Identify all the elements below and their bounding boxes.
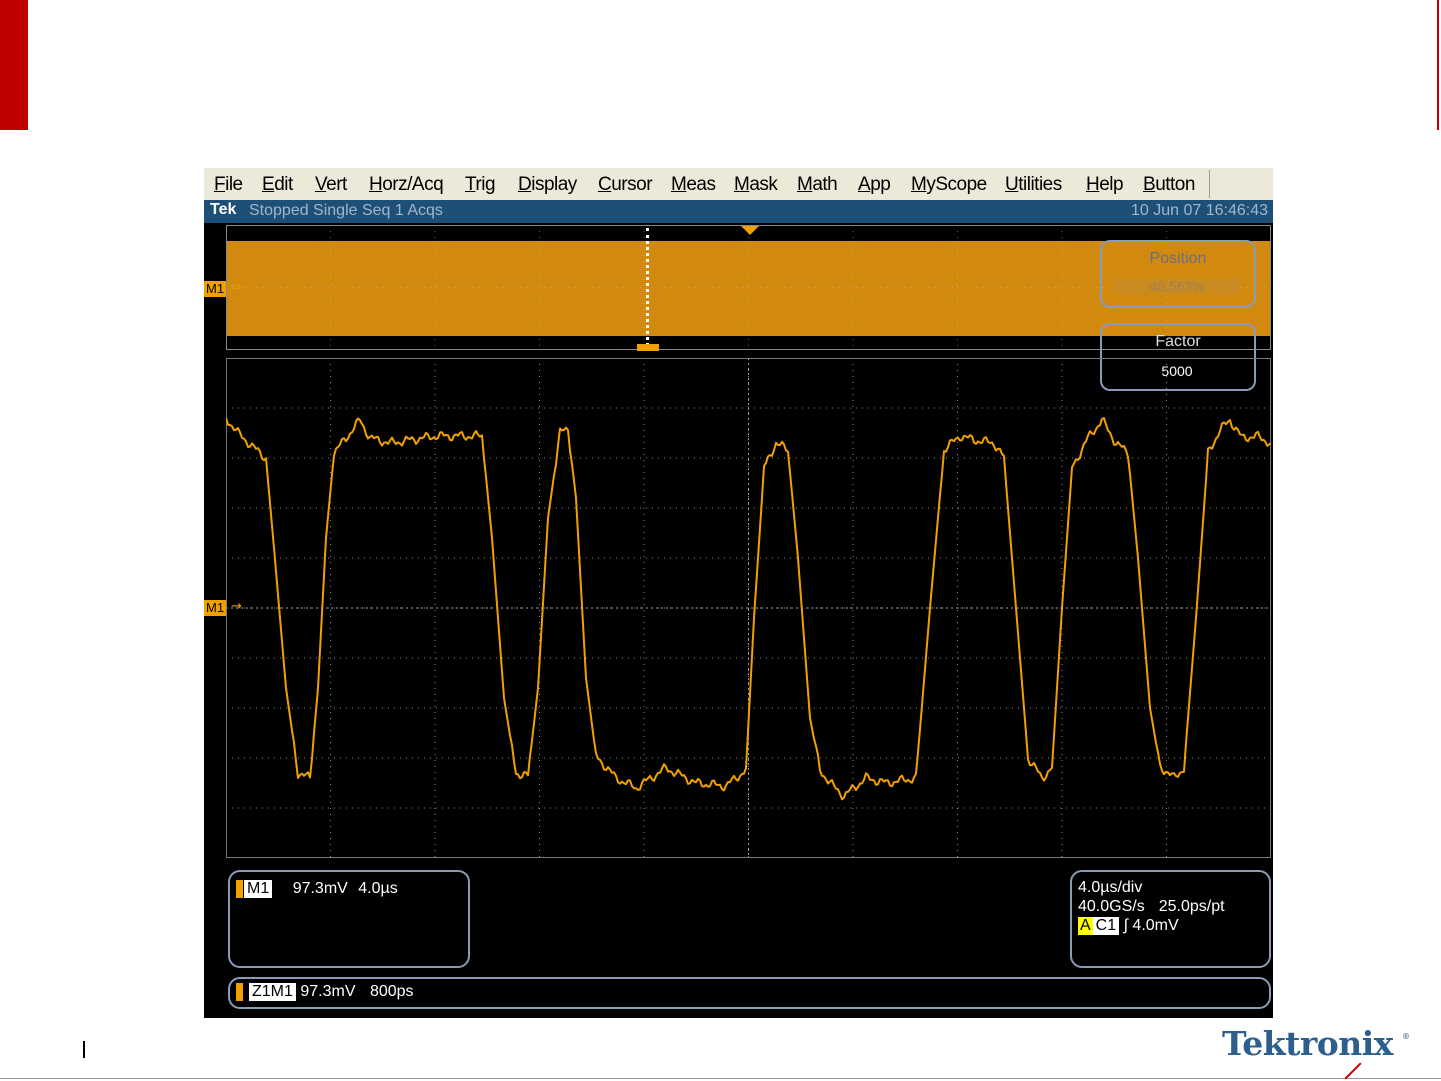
logo-registered-mark: ® <box>1402 1032 1410 1041</box>
sample-rate-readout: 40.0GS/s <box>1078 898 1145 915</box>
trigger-position-marker[interactable] <box>741 226 759 235</box>
acquisition-status: Stopped Single Seq 1 Acqs <box>249 202 443 219</box>
menu-math[interactable]: Math <box>797 174 838 196</box>
menu-file[interactable]: File <box>214 174 243 196</box>
menu-vert[interactable]: Vert <box>315 174 347 196</box>
timebase-readout: 4.0µs/div <box>1078 879 1143 896</box>
menu-app[interactable]: App <box>858 174 891 196</box>
main-channel-label: M1 <box>204 600 227 616</box>
menu-button[interactable]: Button <box>1143 174 1195 196</box>
zoom-waveform-display[interactable] <box>226 358 1271 858</box>
oscilloscope-window: File Edit Vert Horz/Acq Trig Display Cur… <box>204 168 1273 1018</box>
menu-utilities[interactable]: Utilities <box>1005 174 1062 196</box>
channel-scale: 97.3mV <box>292 880 348 897</box>
zoom-scale: 97.3mV <box>300 983 356 1000</box>
menu-separator <box>1209 170 1210 198</box>
page-number-marker <box>83 1041 85 1058</box>
trigger-a-tag: A <box>1078 917 1093 935</box>
overview-channel-label: M1 <box>204 281 227 297</box>
logo-wordmark: Tektronix <box>1222 1024 1393 1063</box>
menu-trig[interactable]: Trig <box>465 174 496 196</box>
channel-time: 4.0µs <box>358 880 398 897</box>
zoom-factor-title: Factor <box>1155 333 1201 350</box>
menu-myscope[interactable]: MyScope <box>911 174 987 196</box>
brand-label: Tek <box>210 201 237 218</box>
channel-readout-box[interactable]: M1 97.3mV 4.0µs <box>228 870 470 968</box>
zoom-position-cursor[interactable] <box>646 228 649 346</box>
channel-tag: M1 <box>244 880 273 898</box>
channel-color-swatch <box>236 880 243 898</box>
menu-display[interactable]: Display <box>518 174 577 196</box>
slide-right-rule <box>1437 0 1439 130</box>
zoom-tag: Z1M1 <box>249 983 296 1001</box>
status-datetime: 10 Jun 07 16:46:43 <box>1130 202 1268 219</box>
menu-cursor[interactable]: Cursor <box>598 174 653 196</box>
menu-edit[interactable]: Edit <box>262 174 293 196</box>
menu-meas[interactable]: Meas <box>671 174 716 196</box>
menu-help[interactable]: Help <box>1086 174 1124 196</box>
menu-horz-acq[interactable]: Horz/Acq <box>369 174 444 196</box>
tektronix-logo: Tektronix ® <box>1222 1024 1412 1080</box>
zoom-position-value: 40.563% <box>1114 278 1240 294</box>
resolution-readout: 25.0ps/pt <box>1158 898 1225 915</box>
acquisition-readout-box[interactable]: 4.0µs/div 40.0GS/s 25.0ps/pt A C1 ∫ 4.0mV <box>1070 870 1271 968</box>
zoom-position-title: Position <box>1149 250 1207 267</box>
zoom-position-control[interactable]: Position 40.563% <box>1100 240 1256 308</box>
trigger-source-tag: C1 <box>1092 917 1120 935</box>
trigger-level: 4.0mV <box>1132 917 1179 934</box>
menu-bar: File Edit Vert Horz/Acq Trig Display Cur… <box>204 168 1273 200</box>
slide-bottom-rule <box>0 1078 1441 1079</box>
trigger-slope-icon: ∫ <box>1123 917 1128 934</box>
zoom-color-swatch <box>236 983 243 1001</box>
menu-mask[interactable]: Mask <box>734 174 778 196</box>
zoom-readout-bar[interactable]: Z1M1 97.3mV 800ps <box>228 977 1271 1009</box>
logo-slash-mark <box>1344 1062 1362 1080</box>
overview-channel-arrow-icon: ⇨ <box>231 280 242 295</box>
zoom-time: 800ps <box>369 983 414 1000</box>
status-bar: Tek Stopped Single Seq 1 Acqs 10 Jun 07 … <box>204 200 1273 223</box>
slide-accent-bar <box>0 0 28 130</box>
zoom-position-handle[interactable] <box>637 344 659 351</box>
main-channel-arrow-icon: → <box>231 599 242 614</box>
